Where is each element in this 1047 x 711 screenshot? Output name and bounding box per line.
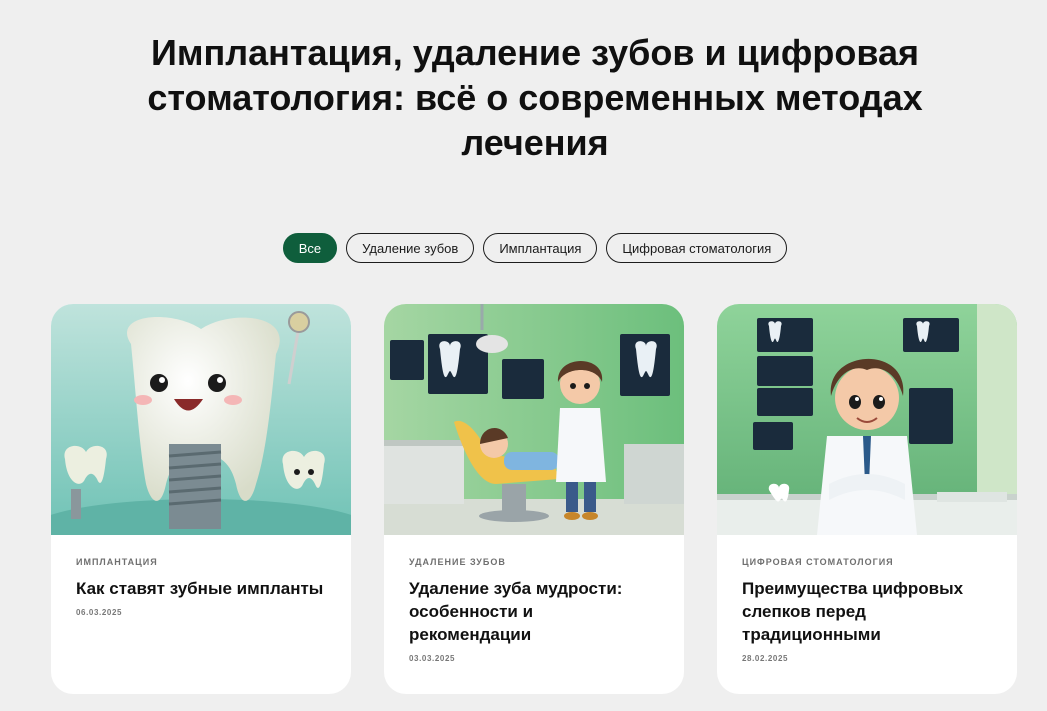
card-date: 28.02.2025 <box>742 654 789 663</box>
article-card-digital-impressions[interactable]: ЦИФРОВАЯ СТОМАТОЛОГИЯ Преимущества цифро… <box>717 304 1017 694</box>
category-filter-bar: Все Удаление зубов Имплантация Цифровая … <box>0 233 1047 263</box>
dentist-office-image <box>384 304 684 535</box>
article-card-list: ИМПЛАНТАЦИЯ Как ставят зубные импланты 0… <box>51 304 1017 694</box>
filter-implantation-button[interactable]: Имплантация <box>483 233 598 263</box>
card-title[interactable]: Преимущества цифровых слепков перед трад… <box>742 577 992 646</box>
page-title: Имплантация, удаление зубов и цифровая с… <box>147 32 923 163</box>
card-category: ЦИФРОВАЯ СТОМАТОЛОГИЯ <box>742 557 894 567</box>
article-card-wisdom-tooth[interactable]: УДАЛЕНИЕ ЗУБОВ Удаление зуба мудрости: о… <box>384 304 684 694</box>
filter-all-button[interactable]: Все <box>282 233 338 263</box>
young-dentist-digital-lab-image <box>717 304 1017 535</box>
filter-tooth-extraction-button[interactable]: Удаление зубов <box>346 233 475 263</box>
card-date: 03.03.2025 <box>409 654 456 663</box>
card-category: ИМПЛАНТАЦИЯ <box>76 557 158 567</box>
filter-digital-dentistry-button[interactable]: Цифровая стоматология <box>606 233 788 263</box>
card-title[interactable]: Удаление зуба мудрости: особенности и ре… <box>409 577 659 646</box>
card-title[interactable]: Как ставят зубные импланты <box>76 577 326 600</box>
tooth-mascot-implant-image <box>51 304 351 535</box>
card-category: УДАЛЕНИЕ ЗУБОВ <box>409 557 506 567</box>
article-card-implants[interactable]: ИМПЛАНТАЦИЯ Как ставят зубные импланты 0… <box>51 304 351 694</box>
card-date: 06.03.2025 <box>76 608 123 617</box>
